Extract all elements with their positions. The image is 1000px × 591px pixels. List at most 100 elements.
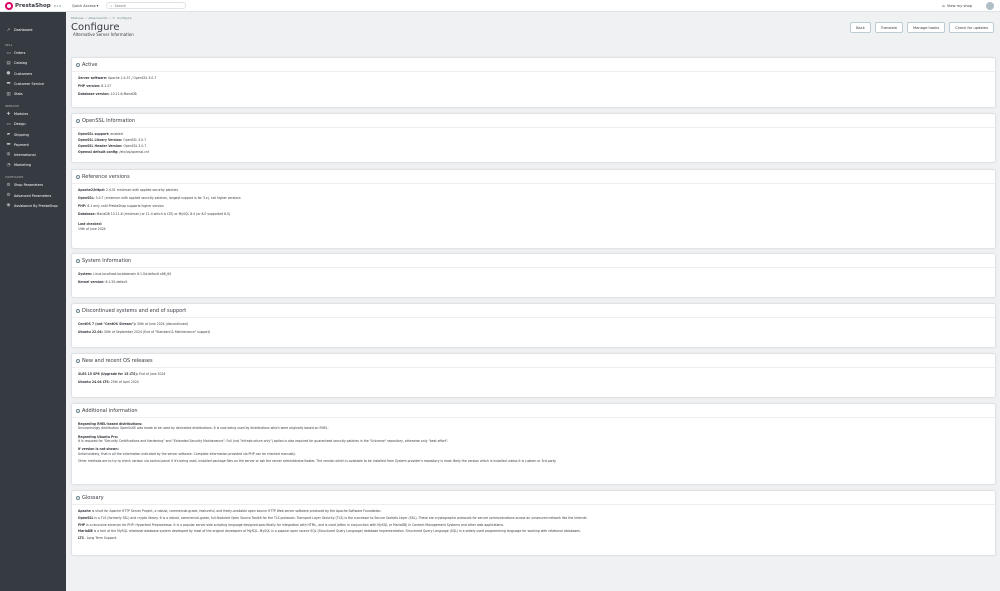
breadcrumb-item[interactable]: altserverinfo (89, 16, 108, 20)
panel-title: Active (82, 61, 98, 68)
panel-title: OpenSSL Information (82, 117, 136, 124)
sidebar-item-orders[interactable]: ▭ Orders (0, 48, 66, 58)
panel-additional-information: Additional information Regarding RHEL-ba… (71, 403, 996, 485)
sidebar-item-label: Dashboard (14, 28, 33, 33)
panel-body: Regarding RHEL-based distributions: Unsu… (72, 418, 995, 470)
block-text: Other methods are to try to check versio… (78, 458, 557, 463)
last-checked-value: 19th of June 2024 (78, 226, 106, 231)
back-button[interactable]: Back (850, 22, 871, 33)
row-label: OpenSSL (78, 515, 94, 520)
info-row: Database: MariaDB 10.11.6 (minimum) or 1… (78, 212, 989, 217)
row-value: 25th of April 2024 (109, 380, 139, 385)
row-label: OpenSSL Library Version: (78, 138, 123, 143)
globe-icon: ◍ (6, 152, 11, 158)
view-shop-link[interactable]: ⌂ View my shop (942, 3, 972, 8)
sidebar-item-customer-service[interactable]: ▬ Customer Service (0, 79, 66, 89)
sidebar-item-label: Design (14, 122, 26, 127)
avatar[interactable] (986, 2, 994, 10)
check-updates-button[interactable]: Check for updates (949, 22, 994, 33)
quick-access-menu[interactable]: Quick Access ▾ (72, 4, 98, 8)
panel-body: SLES 15 SP6 (Upgrade for 15 LTS): End of… (72, 368, 995, 392)
info-icon (76, 495, 80, 500)
info-row: Server software: Apache 2.4.57 / OpenSSL… (78, 76, 989, 81)
row-label: System: (78, 272, 93, 276)
brand-logo[interactable]: PrestaShop 8.1.6 (0, 1, 66, 10)
row-label: OpenSSL: (78, 196, 95, 201)
sidebar-item-label: Catalog (14, 61, 28, 66)
sidebar-item-label: Shipping (14, 132, 29, 137)
info-row: CentOS 7 (not "CentOS Stream"): 30th of … (78, 322, 989, 327)
search-box: ⌕ (106, 2, 187, 9)
panel-title: Discontinued systems and end of support (82, 307, 187, 314)
sidebar-item-label: Shop Parameters (14, 183, 44, 188)
puzzle-icon: ✚ (6, 111, 11, 117)
sidebar-item-international[interactable]: ◍ International (0, 150, 66, 160)
sidebar-item-shipping[interactable]: ▰ Shipping (0, 130, 66, 140)
translate-button[interactable]: Translate (874, 22, 904, 33)
sidebar-item-marketing[interactable]: ◔ Marketing (0, 160, 66, 170)
row-value: OpenSSL 3.0.7 (122, 144, 147, 149)
sidebar-item-catalog[interactable]: ▤ Catalog (0, 58, 66, 68)
row-label: Ubuntu 22.04: (78, 330, 103, 335)
sidebar-item-customers[interactable]: ● Customers (0, 69, 66, 79)
brand-name: PrestaShop (15, 2, 51, 9)
brand-version: 8.1.6 (53, 3, 62, 8)
search-input[interactable] (114, 3, 183, 8)
row-label: OpenSSL Header Version: (78, 144, 123, 149)
sidebar-item-shop-parameters[interactable]: ⚙ Shop Parameters (0, 180, 66, 190)
cart-icon: ▭ (6, 50, 11, 56)
block-text: It is required for "Security Certificati… (78, 438, 449, 443)
sidebar-item-label: Orders (14, 51, 26, 56)
sidebar-heading-sell: SELL (5, 43, 13, 48)
info-icon (76, 62, 80, 67)
user-icon: ● (6, 71, 11, 77)
info-row: Kernel version: 6.1.55-default (78, 280, 989, 285)
panel-body: Apache2/httpd: 2.4.51 minimum with appli… (72, 184, 995, 235)
info-row: OpenSSL support: enabled (78, 132, 989, 137)
glossary-row: OpenSSL is a TLS (formerly SSL) and cryp… (78, 516, 989, 520)
panel-header: Discontinued systems and end of support (72, 304, 995, 318)
row-value: OpenSSL 3.0.7 (122, 138, 147, 143)
sidebar-item-label: Advanced Parameters (14, 193, 52, 198)
sidebar-item-dashboard[interactable]: ↗ Dashboard (0, 25, 66, 35)
gear-icon: ⚙ (6, 193, 11, 199)
sidebar-item-advanced-parameters[interactable]: ⚙ Advanced Parameters (0, 190, 66, 200)
panel-header: New and recent OS releases (72, 354, 995, 368)
sidebar-item-label: Stats (14, 92, 23, 97)
row-value: 30th of June 2024 (discontinued) (136, 322, 188, 326)
sidebar-item-payment[interactable]: ▬ Payment (0, 140, 66, 150)
trending-up-icon: ↗ (6, 27, 11, 33)
row-value: enabled (109, 132, 123, 136)
info-icon (76, 408, 80, 413)
row-label: Database version: (78, 92, 110, 97)
info-row: Ubuntu 24.04 LTS: 25th of April 2024 (78, 380, 989, 385)
row-label: Server software: (78, 76, 108, 80)
sidebar-item-label: Customers (14, 71, 33, 76)
info-row: Openssl default config: /etc/ssl/openssl… (78, 150, 989, 155)
page-subtitle: Alternative Server Information (73, 32, 134, 37)
main-content: Modules / altserverinfo / ✎ Configure Co… (66, 12, 1000, 591)
info-row: Ubuntu 22.04: 30th of September 2024 (En… (78, 330, 989, 335)
panel-body: CentOS 7 (not "CentOS Stream"): 30th of … (72, 318, 995, 342)
breadcrumb-item[interactable]: Modules (71, 16, 83, 20)
prestashop-logo-icon (5, 1, 13, 10)
manage-hooks-button[interactable]: Manage hooks (907, 22, 946, 33)
row-value: is a recursive acronym for PHP: Hypertex… (85, 522, 505, 527)
storefront-icon: ⌂ (942, 3, 945, 8)
block-text: Unsurprisingly distribution OpenSuSE was… (78, 426, 329, 431)
sidebar-item-label: Marketing (14, 163, 31, 168)
view-shop-label: View my shop (946, 3, 972, 8)
row-value: Apache 2.4.57 / OpenSSL 3.0.7 (107, 76, 157, 80)
row-label: Apache2/httpd: (78, 188, 105, 192)
sidebar-item-design[interactable]: ▭ Design (0, 119, 66, 129)
row-value: 10.11.6-MariaDB (109, 92, 137, 97)
row-label: Ubuntu 24.04 LTS: (78, 380, 110, 385)
breadcrumb-separator: / (85, 16, 87, 20)
sidebar-item-label: International (14, 152, 36, 157)
panel-title: Reference versions (82, 173, 130, 180)
sidebar-item-assistance[interactable]: ◉ Assistance By PrestaShop (0, 201, 66, 211)
sidebar-item-modules[interactable]: ✚ Modules (0, 109, 66, 119)
glossary-row: Apache is short for Apache HTTP Server P… (78, 509, 989, 513)
sidebar-item-stats[interactable]: ▥ Stats (0, 89, 66, 99)
sidebar: ↗ Dashboard SELL ▭ Orders ▤ Catalog ● Cu… (0, 12, 66, 591)
